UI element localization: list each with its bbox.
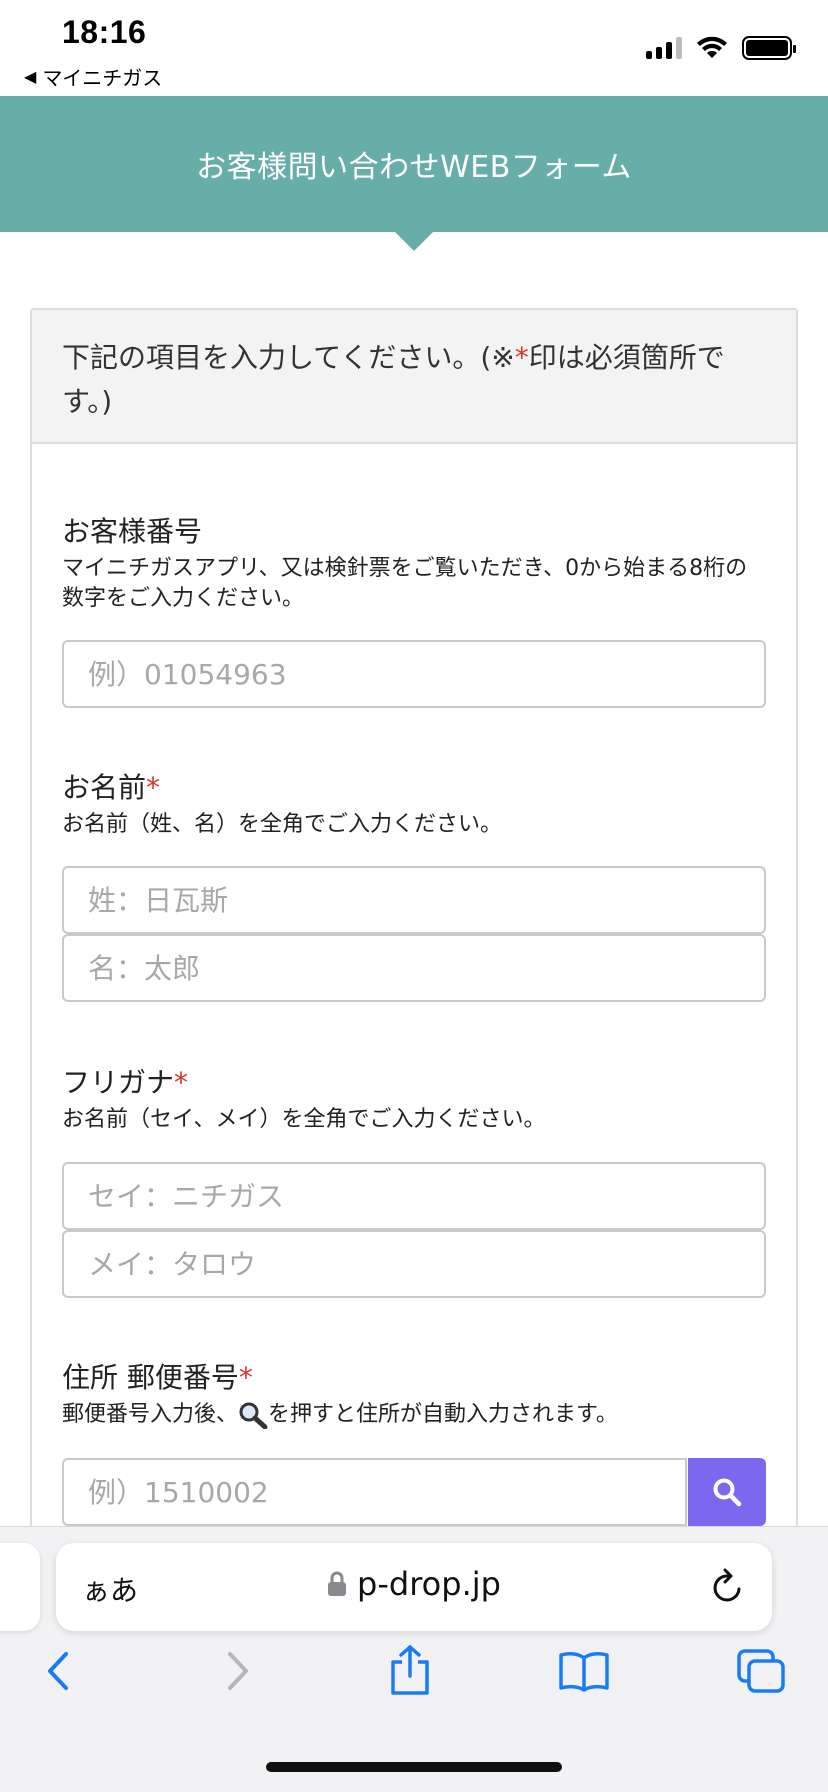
first-name-input[interactable] xyxy=(62,934,766,1002)
back-triangle-icon: ◀ xyxy=(24,67,37,86)
customer-number-group: お客様番号 マイニチガスアプリ、又は検針票をご覧いただき、0から始まる8桁の数字… xyxy=(62,514,766,614)
home-indicator xyxy=(266,1762,562,1772)
customer-number-input[interactable] xyxy=(62,640,766,708)
postal-label-text: 住所 郵便番号 xyxy=(62,1361,239,1394)
required-mark: * xyxy=(146,771,161,804)
form-card: 下記の項目を入力してください。(※*印は必須箇所です。) お客様番号 マイニチガ… xyxy=(30,308,798,1608)
postal-group: 住所 郵便番号* 郵便番号入力後、 を押すと住所が自動入力されます。 xyxy=(62,1360,766,1430)
forward-icon[interactable] xyxy=(220,1650,254,1692)
name-group: お名前* お名前（姓、名）を全角でご入力ください。 xyxy=(62,770,766,840)
furigana-group: フリガナ* お名前（セイ、メイ）を全角でご入力ください。 xyxy=(62,1065,766,1135)
furigana-help: お名前（セイ、メイ）を全角でご入力ください。 xyxy=(62,1107,546,1132)
signal-icon xyxy=(646,37,682,59)
lock-icon xyxy=(328,1571,347,1596)
last-name-input[interactable] xyxy=(62,866,766,934)
required-mark: * xyxy=(174,1066,189,1099)
postal-help-text: 郵便番号入力後、 xyxy=(62,1402,239,1427)
furigana-label-text: フリガナ xyxy=(62,1066,175,1099)
search-icon xyxy=(713,1478,742,1507)
name-help: お名前（姓、名）を全角でご入力ください。 xyxy=(62,812,503,837)
postal-help-text-end: を押すと住所が自動入力されます。 xyxy=(268,1402,618,1427)
share-icon[interactable] xyxy=(388,1644,432,1696)
first-name-kana-input[interactable] xyxy=(62,1230,766,1298)
customer-number-label: お客様番号 xyxy=(62,515,203,548)
address-bar[interactable]: ぁあ p-drop.jp xyxy=(56,1543,772,1631)
last-name-kana-input[interactable] xyxy=(62,1162,766,1230)
name-label-text: お名前 xyxy=(62,771,147,804)
url-text: p-drop.jp xyxy=(357,1565,501,1603)
status-icons xyxy=(646,36,796,60)
form-instruction: 下記の項目を入力してください。(※*印は必須箇所です。) xyxy=(32,310,796,444)
page-header: お客様問い合わせWEBフォーム xyxy=(0,96,828,232)
name-label: お名前* xyxy=(62,770,766,806)
page-title: お客様問い合わせWEBフォーム xyxy=(196,150,632,185)
wifi-icon xyxy=(697,36,727,58)
address-search-button[interactable] xyxy=(688,1458,766,1526)
furigana-label: フリガナ* xyxy=(62,1065,766,1101)
magnifier-icon xyxy=(239,1402,268,1429)
postal-help: 郵便番号入力後、 を押すと住所が自動入力されます。 xyxy=(62,1400,766,1430)
reload-icon[interactable] xyxy=(710,1567,746,1605)
bookmarks-icon[interactable] xyxy=(558,1650,610,1692)
back-to-app-link[interactable]: ◀ マイニチガス xyxy=(24,62,162,91)
back-icon[interactable] xyxy=(42,1650,76,1692)
previous-tab-peek[interactable] xyxy=(0,1543,40,1631)
url-display: p-drop.jp xyxy=(56,1565,772,1603)
status-bar: 18:16 ◀ マイニチガス xyxy=(0,0,828,96)
tabs-icon[interactable] xyxy=(736,1648,786,1694)
battery-icon xyxy=(742,36,796,60)
back-app-label: マイニチガス xyxy=(42,66,163,90)
status-time: 18:16 xyxy=(62,14,147,50)
required-mark: * xyxy=(514,341,529,374)
instruction-text: 下記の項目を入力してください。(※ xyxy=(62,341,515,374)
required-mark: * xyxy=(238,1361,253,1394)
postal-label: 住所 郵便番号* xyxy=(62,1360,766,1396)
customer-number-help: マイニチガスアプリ、又は検針票をご覧いただき、0から始まる8桁の数字をご入力くだ… xyxy=(62,556,748,611)
postal-code-input[interactable] xyxy=(62,1458,687,1526)
header-notch xyxy=(394,231,434,251)
